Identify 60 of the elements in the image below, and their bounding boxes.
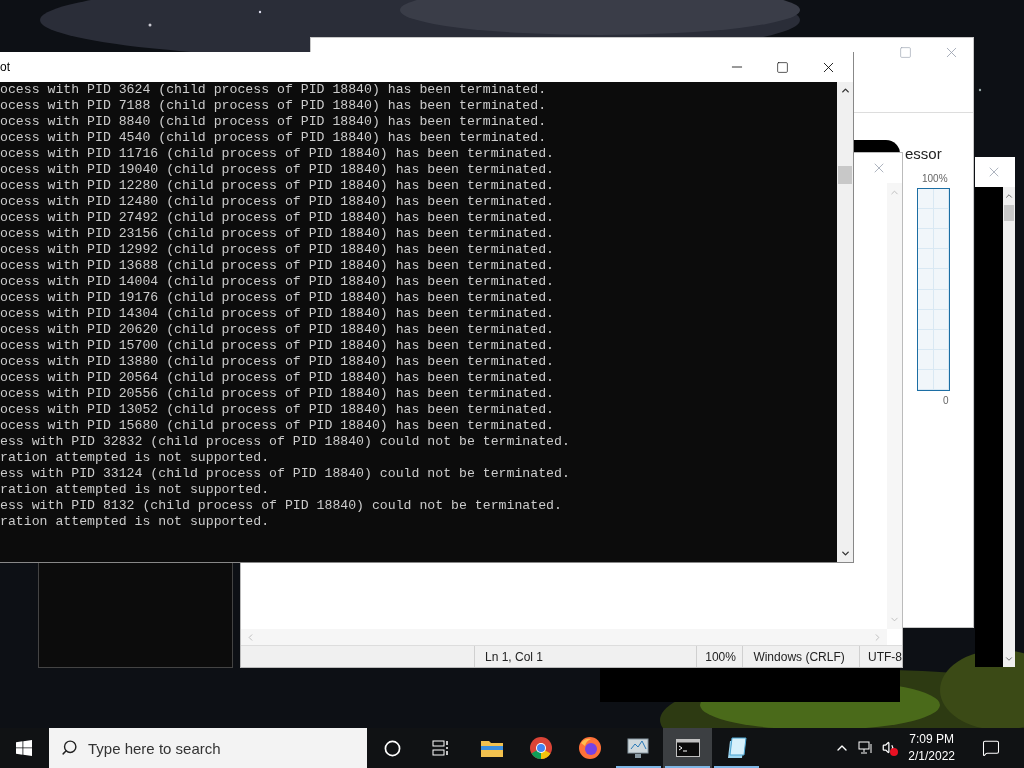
console-line: ocess with PID 14004 (child process of PID 18840) has been terminated. — [0, 274, 555, 290]
console-line: ration attempted is not supported. — [0, 482, 271, 498]
status-text: Ln 1, Col 1 — [474, 646, 697, 667]
console-line: ess with PID 32832 (child process of PID 18840) could not be terminated. — [0, 434, 571, 450]
console-line: ocess with PID 13688 (child process of PID 18840) has been terminated. — [0, 258, 555, 274]
windows-logo-icon[interactable] — [16, 740, 32, 756]
console-line: ocess with PID 13880 (child process of PID 18840) has been terminated. — [0, 354, 555, 370]
scrollbar[interactable] — [1003, 187, 1015, 667]
console-line: ocess with PID 15680 (child process of PID 18840) has been terminated. — [0, 418, 555, 434]
console-line: ration attempted is not supported. — [0, 514, 271, 530]
console-line: ocess with PID 15700 (child process of PID 18840) has been terminated. — [0, 338, 555, 354]
console-line: ess with PID 8132 (child process of PID 18840) could not be terminated. — [0, 498, 563, 514]
maximize-icon[interactable] — [776, 60, 789, 74]
console-line: ration attempted is not supported. — [0, 450, 271, 466]
browser-icon — [578, 737, 601, 759]
scroll-thumb[interactable] — [1004, 205, 1014, 221]
console-line: ocess with PID 27492 (child process of PID 18840) has been terminated. — [0, 210, 555, 226]
clock-time[interactable]: 7:09 PM — [909, 731, 954, 748]
console-line: ocess with PID 13052 (child process of PID 18840) has been terminated. — [0, 402, 555, 418]
console-line: ess with PID 33124 (child process of PID 18840) could not be terminated. — [0, 466, 571, 482]
scrollbar[interactable] — [837, 82, 853, 562]
clock-date[interactable]: 2/1/2022 — [908, 748, 955, 765]
console-line: ocess with PID 20564 (child process of PID 18840) has been terminated. — [0, 370, 555, 386]
folder-icon — [480, 739, 503, 757]
notifications-icon[interactable] — [982, 739, 1000, 757]
cortana-icon[interactable] — [384, 739, 401, 757]
status-text: Windows (CRLF) — [742, 646, 859, 667]
section-heading: essor — [905, 144, 942, 164]
terminal-icon — [675, 739, 700, 757]
search-field[interactable]: Type here to search — [49, 728, 367, 768]
console-line: ocess with PID 12480 (child process of PID 18840) has been terminated. — [0, 194, 555, 210]
volume-muted-icon[interactable] — [882, 740, 899, 756]
status-text: UTF-8 — [859, 646, 902, 667]
console-line: ocess with PID 14304 (child process of PID 18840) has been terminated. — [0, 306, 555, 322]
console-line: ocess with PID 3624 (child process of PID 18840) has been terminated. — [0, 82, 548, 98]
console-line: ocess with PID 7188 (child process of PID 18840) has been terminated. — [0, 98, 548, 114]
taskbar-app[interactable] — [663, 728, 712, 768]
scroll-down-icon[interactable] — [839, 548, 851, 559]
console-line: ocess with PID 12992 (child process of PID 18840) has been terminated. — [0, 242, 555, 258]
scroll-up-icon[interactable] — [839, 85, 851, 96]
console-line: ocess with PID 12280 (child process of PID 18840) has been terminated. — [0, 178, 555, 194]
axis-label: 0 — [943, 394, 949, 408]
search-icon — [61, 739, 78, 756]
console-line: ocess with PID 11716 (child process of PID 18840) has been terminated. — [0, 146, 555, 162]
window-title: ot — [0, 59, 10, 76]
axis-label: 100% — [922, 172, 948, 186]
console-line: ocess with PID 19040 (child process of PID 18840) has been terminated. — [0, 162, 555, 178]
monitor-icon — [626, 737, 651, 759]
status-text: 100% — [696, 646, 743, 667]
console-line: ocess with PID 20620 (child process of PID 18840) has been terminated. — [0, 322, 555, 338]
notepad-icon — [725, 737, 748, 759]
network-icon[interactable] — [858, 741, 875, 755]
console-line: ocess with PID 4540 (child process of PID 18840) has been terminated. — [0, 130, 548, 146]
console-line: ocess with PID 20556 (child process of PID 18840) has been terminated. — [0, 386, 555, 402]
scroll-thumb[interactable] — [838, 166, 852, 184]
console-line: ocess with PID 19176 (child process of PID 18840) has been terminated. — [0, 290, 555, 306]
browser-icon — [529, 737, 552, 759]
console-line: ocess with PID 8840 (child process of PID 18840) has been terminated. — [0, 114, 548, 130]
task-view-icon[interactable] — [432, 740, 450, 756]
console-line: ocess with PID 23156 (child process of PID 18840) has been terminated. — [0, 226, 555, 242]
